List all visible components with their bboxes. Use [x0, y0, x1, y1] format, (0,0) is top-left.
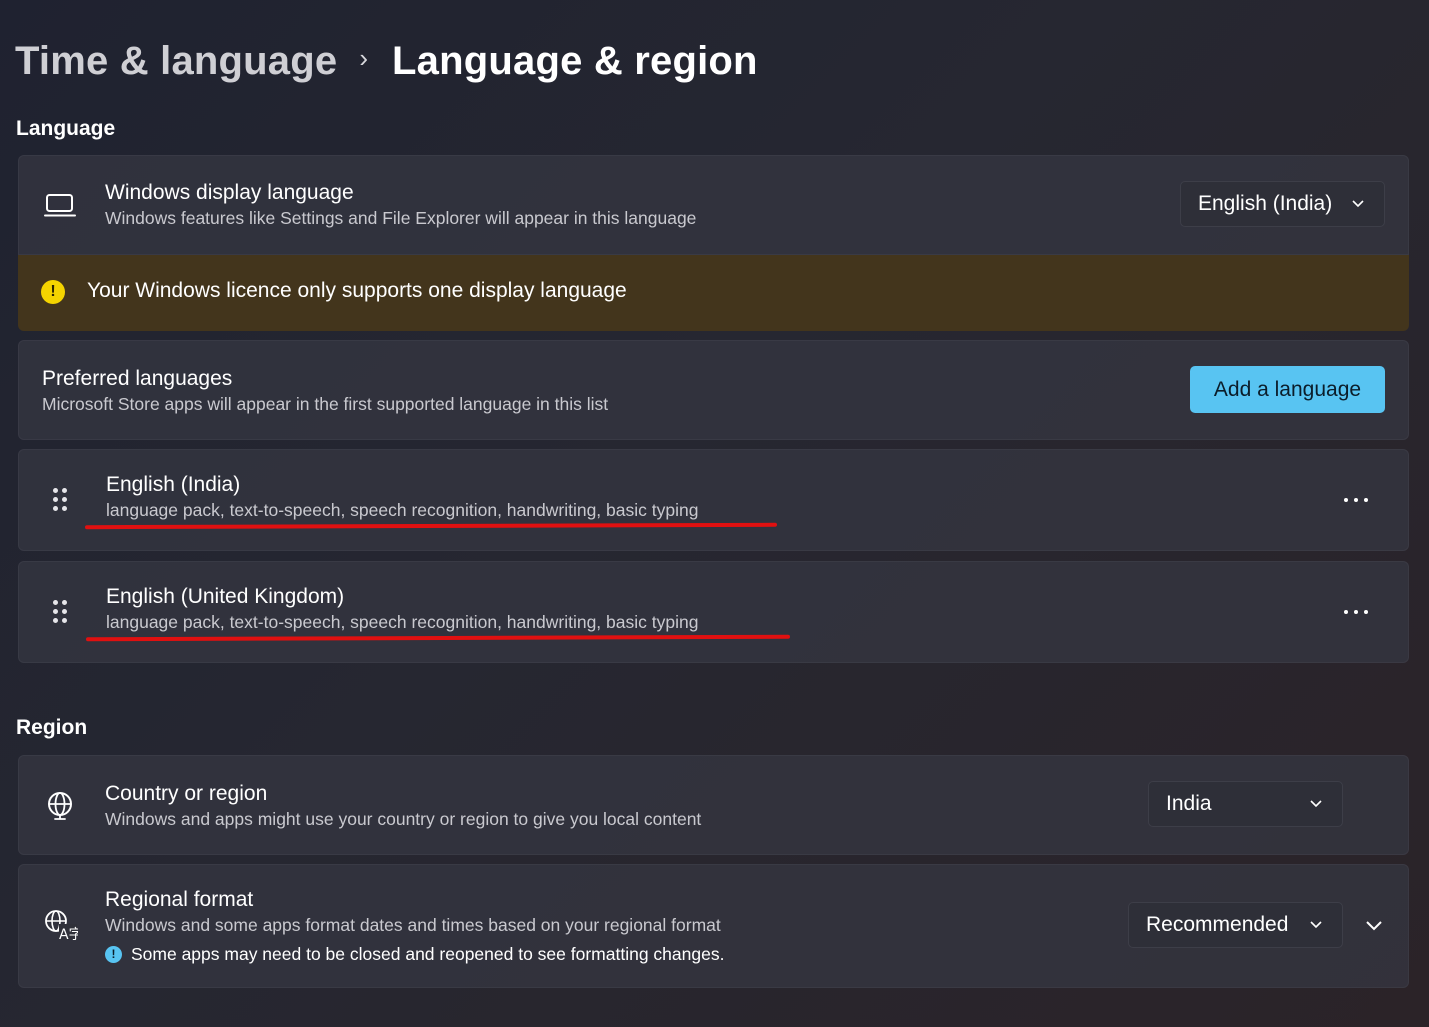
display-language-title: Windows display language: [105, 181, 354, 204]
warning-icon: !: [41, 280, 65, 304]
page-title: Language & region: [392, 38, 758, 83]
language-features: language pack, text-to-speech, speech re…: [106, 500, 699, 520]
breadcrumb-separator-icon: ›: [359, 42, 369, 73]
regional-format-subtitle: Windows and some apps format dates and t…: [105, 915, 721, 935]
regional-format-selected: Recommended: [1146, 913, 1289, 936]
display-language-subtitle: Windows features like Settings and File …: [105, 208, 697, 228]
language-name: English (India): [106, 473, 241, 496]
region-section-title: Region: [16, 716, 88, 739]
display-language-selected: English (India): [1198, 192, 1333, 215]
country-region-selected: India: [1166, 792, 1212, 815]
globe-icon: [48, 792, 72, 820]
breadcrumb: Time & language › Language & region: [15, 33, 758, 89]
country-region-subtitle: Windows and apps might use your country …: [105, 809, 702, 829]
info-icon: !: [105, 946, 122, 963]
add-language-button[interactable]: Add a language: [1190, 366, 1385, 413]
preferred-languages-title: Preferred languages: [42, 367, 233, 390]
drag-handle-icon[interactable]: [51, 486, 71, 514]
chevron-down-icon: [1352, 200, 1364, 208]
regional-format-note: Some apps may need to be closed and reop…: [131, 944, 725, 964]
language-name: English (United Kingdom): [106, 585, 345, 608]
regional-format-title: Regional format: [105, 888, 254, 911]
chevron-down-icon: [1310, 800, 1322, 808]
preferred-languages-subtitle: Microsoft Store apps will appear in the …: [42, 394, 609, 414]
display-language-dropdown[interactable]: English (India): [1180, 181, 1385, 227]
svg-text:A字: A字: [59, 927, 78, 941]
expand-chevron-icon[interactable]: [1364, 918, 1384, 934]
regional-format-dropdown[interactable]: Recommended: [1128, 902, 1343, 948]
more-options-icon[interactable]: [1344, 607, 1368, 617]
regional-format-icon: A字: [45, 910, 78, 941]
licence-warning-text: Your Windows licence only supports one d…: [87, 279, 627, 302]
language-features: language pack, text-to-speech, speech re…: [106, 612, 699, 632]
chevron-down-icon: [1310, 921, 1322, 929]
drag-handle-icon[interactable]: [51, 598, 71, 626]
country-region-dropdown[interactable]: India: [1148, 781, 1343, 827]
laptop-icon: [44, 194, 76, 217]
more-options-icon[interactable]: [1344, 495, 1368, 505]
breadcrumb-parent-link[interactable]: Time & language: [15, 39, 337, 84]
language-section-title: Language: [16, 117, 116, 140]
country-region-title: Country or region: [105, 782, 268, 805]
